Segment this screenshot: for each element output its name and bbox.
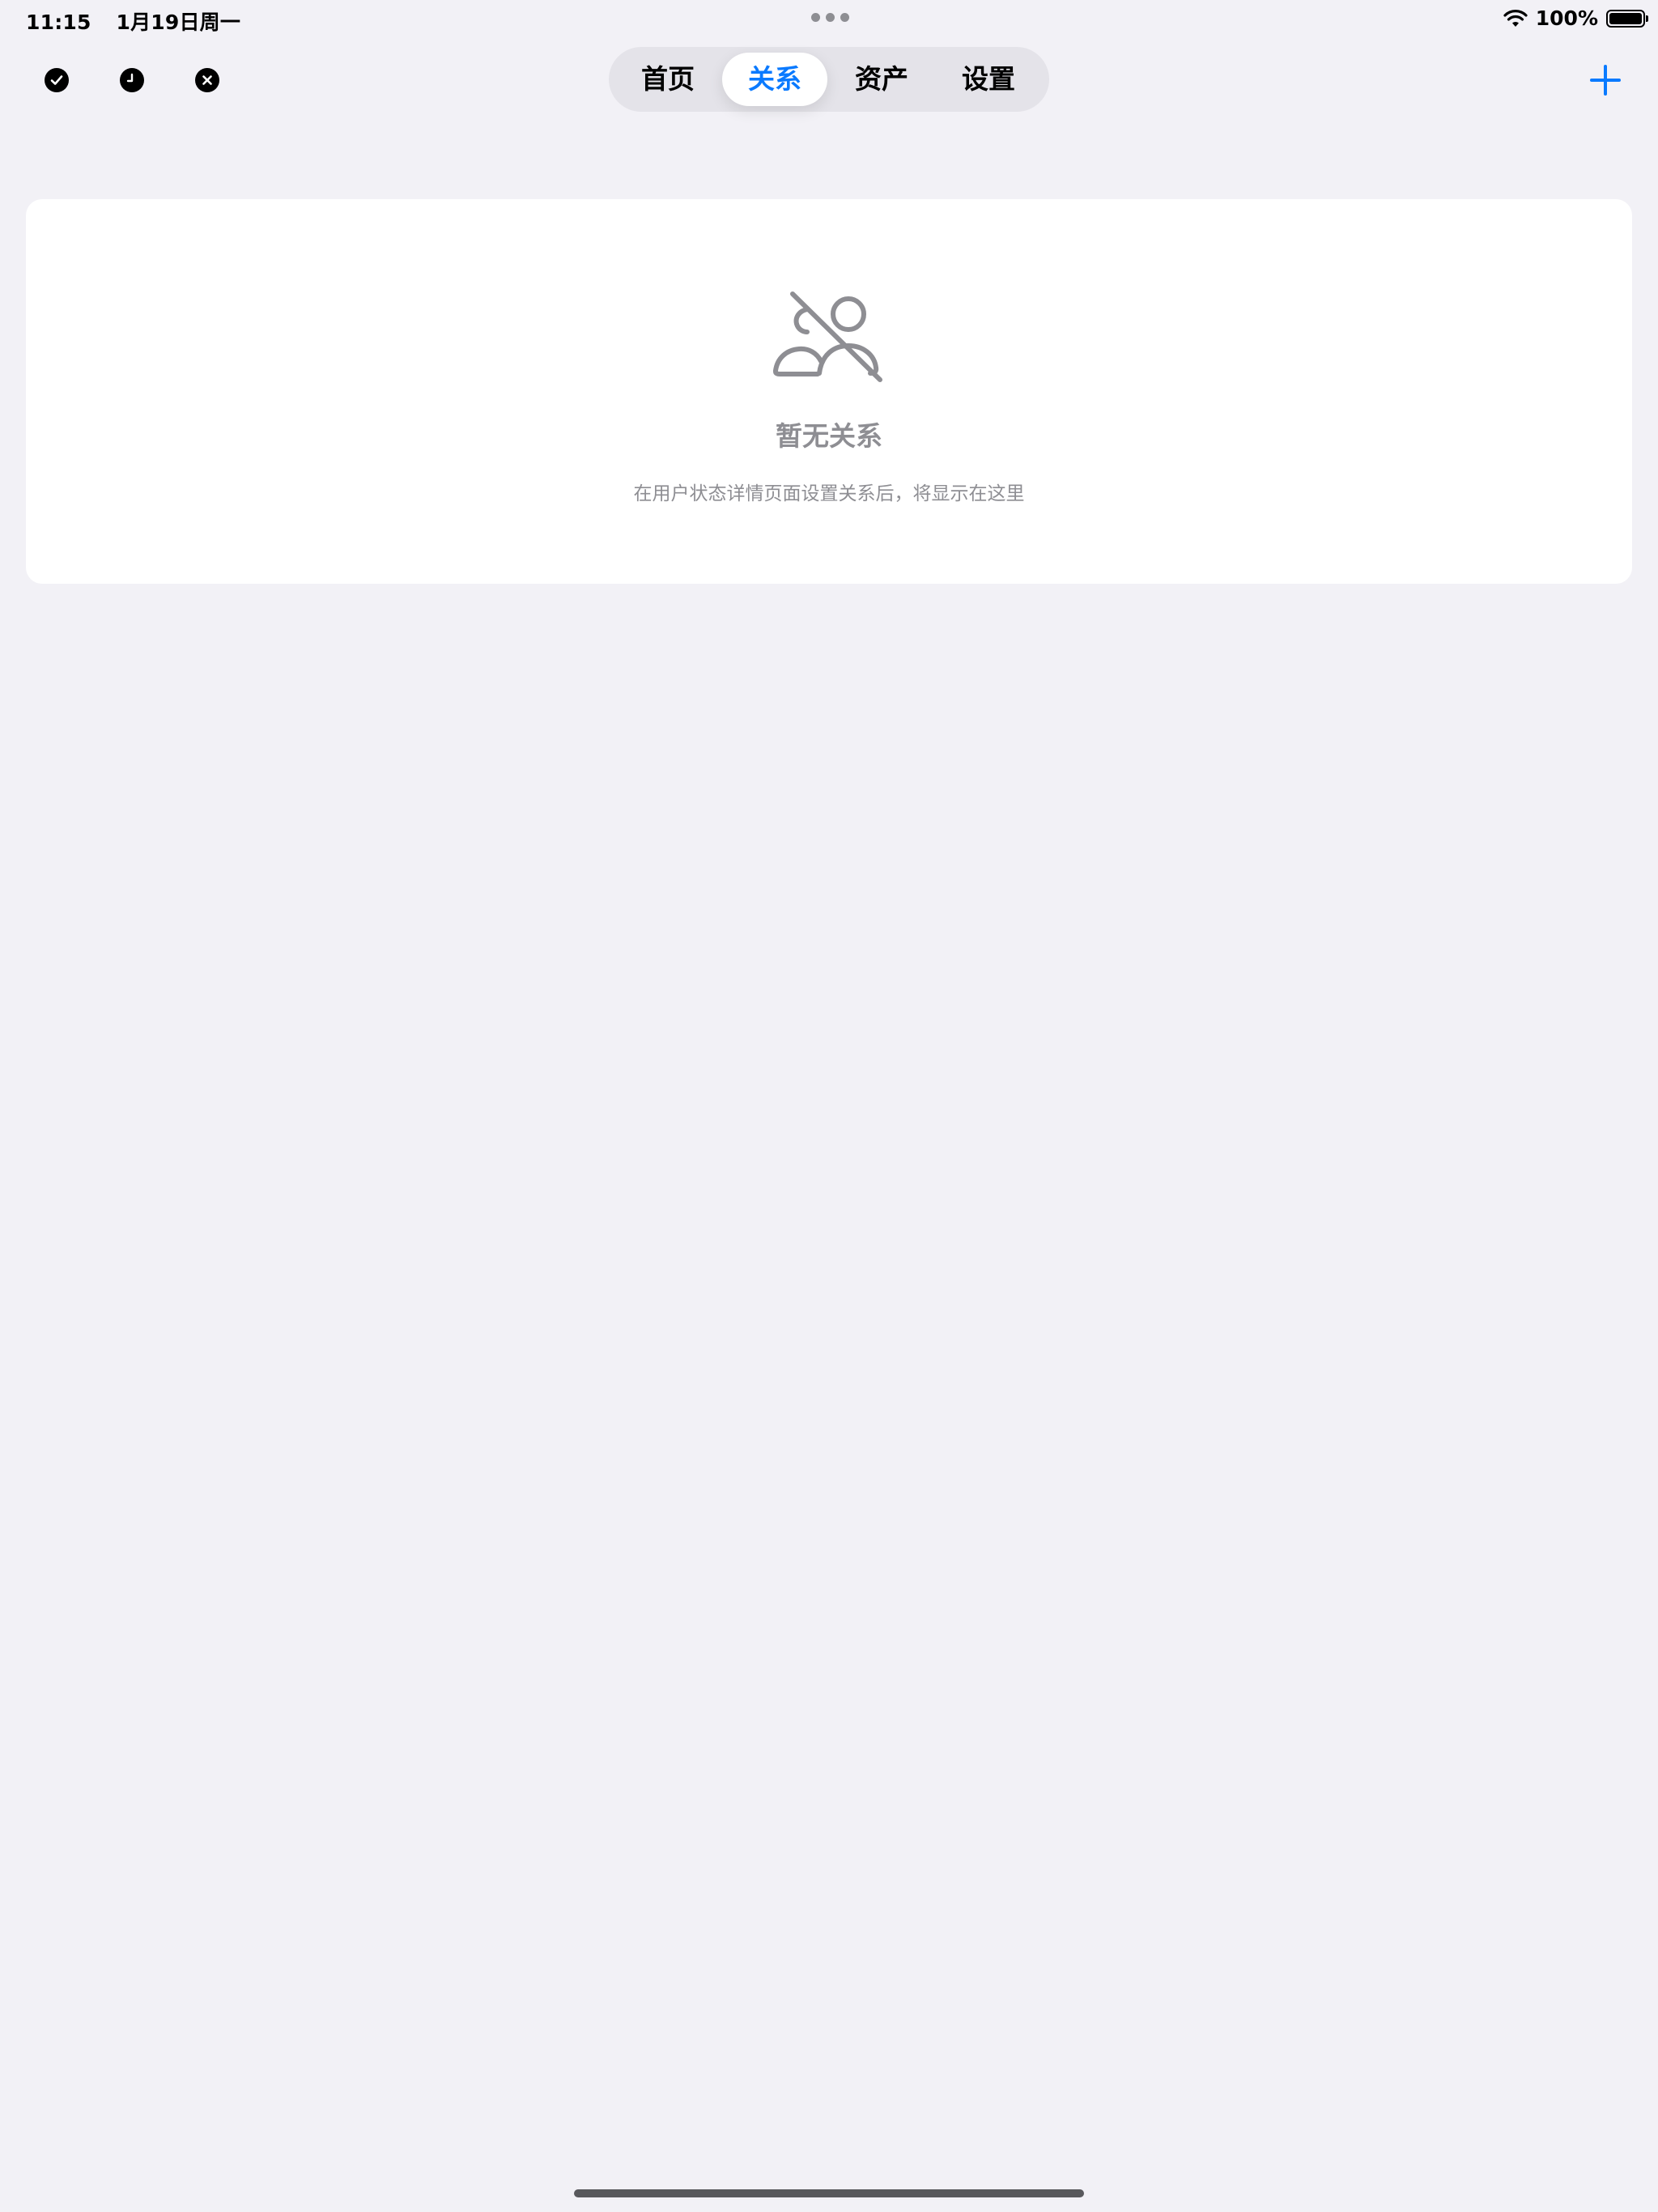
checkmark-circle-icon[interactable] bbox=[45, 68, 69, 92]
tab-home[interactable]: 首页 bbox=[615, 53, 721, 106]
multitasking-dots-icon[interactable] bbox=[811, 13, 849, 22]
tab-settings[interactable]: 设置 bbox=[936, 53, 1041, 106]
status-time-date: 11:15 1月19日周一 bbox=[26, 6, 240, 36]
empty-state-description: 在用户状态详情页面设置关系后，将显示在这里 bbox=[633, 483, 1025, 504]
tab-relations[interactable]: 关系 bbox=[722, 53, 827, 106]
status-time: 11:15 bbox=[26, 11, 91, 34]
tab-assets[interactable]: 资产 bbox=[829, 53, 934, 106]
person-2-slash-icon bbox=[773, 291, 882, 382]
clock-icon[interactable] bbox=[120, 68, 144, 92]
add-relation-button[interactable] bbox=[1590, 65, 1621, 96]
status-bar: 11:15 1月19日周一 100% bbox=[0, 0, 1658, 39]
battery-icon bbox=[1606, 9, 1648, 28]
close-circle-icon[interactable] bbox=[195, 68, 219, 92]
empty-state-title: 暂无关系 bbox=[776, 420, 882, 452]
home-indicator[interactable] bbox=[574, 2189, 1084, 2197]
status-date: 1月19日周一 bbox=[116, 11, 241, 34]
status-indicators: 100% bbox=[1503, 6, 1648, 30]
battery-percent: 100% bbox=[1535, 6, 1598, 30]
tab-switcher: 首页 关系 资产 设置 bbox=[609, 47, 1049, 112]
empty-state-card bbox=[26, 199, 1632, 584]
wifi-icon bbox=[1503, 9, 1528, 27]
